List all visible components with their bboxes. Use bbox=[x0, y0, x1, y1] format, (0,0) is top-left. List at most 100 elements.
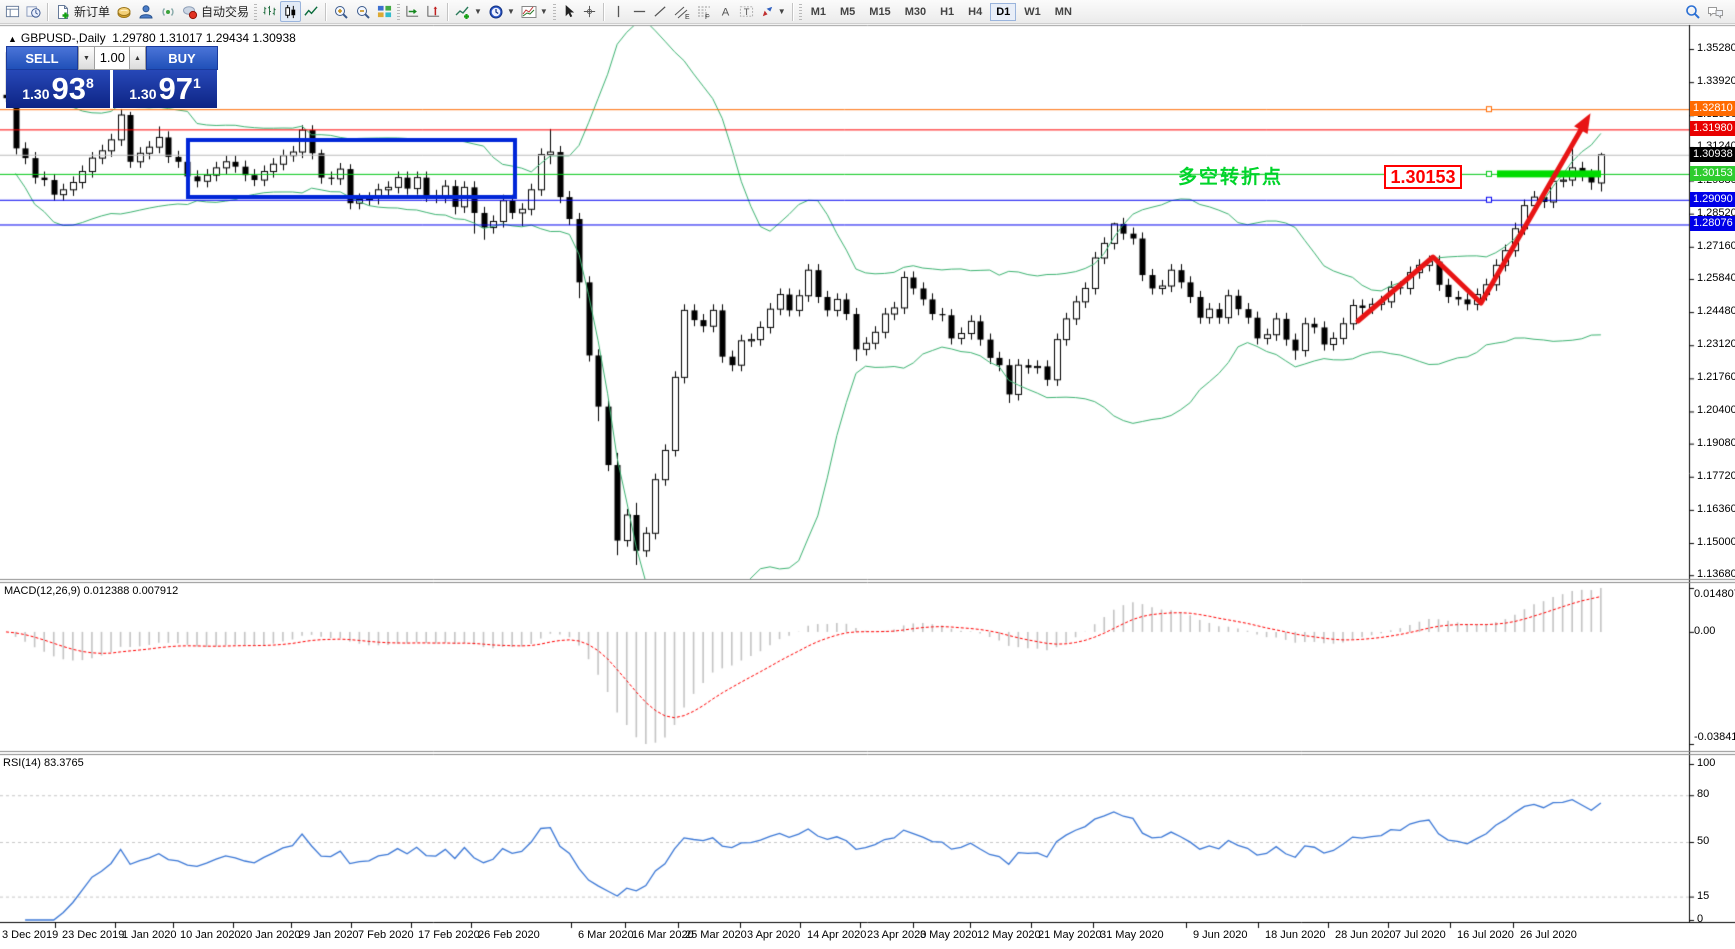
cursor-icon bbox=[561, 4, 576, 19]
toolbar-grip bbox=[799, 4, 802, 20]
timeframe-button-m1[interactable]: M1 bbox=[805, 3, 832, 21]
zoom-in-button[interactable] bbox=[330, 1, 352, 22]
price-axis-label: 1.33920 bbox=[1697, 75, 1735, 87]
price-axis-label: 1.15000 bbox=[1697, 536, 1735, 548]
chart-shift-icon bbox=[426, 4, 441, 19]
buy-price-small: 1.30 bbox=[129, 86, 156, 102]
search-button[interactable] bbox=[1682, 1, 1704, 22]
date-axis-label: 7 Feb 2020 bbox=[358, 929, 414, 941]
chart-canvas[interactable] bbox=[0, 0, 1735, 949]
tester-clock-icon bbox=[26, 4, 41, 19]
toolbar-right bbox=[1682, 1, 1727, 22]
text-label-button[interactable]: T bbox=[736, 1, 757, 22]
text-button[interactable]: A bbox=[715, 1, 736, 22]
new-chart-button[interactable] bbox=[2, 1, 23, 22]
chart-shift-button[interactable] bbox=[423, 1, 444, 22]
turning-point-text[interactable]: 多空转折点 bbox=[1178, 162, 1283, 189]
date-axis-label: 1 Jan 2020 bbox=[122, 929, 176, 941]
date-axis-label: 23 Apr 2020 bbox=[867, 929, 926, 941]
rsi-axis-label: 50 bbox=[1697, 835, 1709, 847]
timeframe-button-w1[interactable]: W1 bbox=[1018, 3, 1047, 21]
price-axis-label: 1.20400 bbox=[1697, 404, 1735, 416]
timeframe-button-h1[interactable]: H1 bbox=[934, 3, 960, 21]
buy-button[interactable]: BUY bbox=[146, 46, 218, 70]
cursor-button[interactable] bbox=[558, 1, 579, 22]
market-watch-button[interactable] bbox=[113, 1, 135, 22]
price-axis-label: 1.24480 bbox=[1697, 305, 1735, 317]
price-level-badge: 1.30938 bbox=[1690, 147, 1735, 162]
auto-scroll-button[interactable] bbox=[402, 1, 423, 22]
timeframe-button-h4[interactable]: H4 bbox=[962, 3, 988, 21]
periods-button[interactable]: ▼ bbox=[485, 1, 518, 22]
text-a-icon: A bbox=[718, 4, 733, 19]
one-click-trading-panel: SELL ▼ 1.00 ▲ BUY 1.30 93 8 1.30 97 1 bbox=[6, 46, 218, 108]
new-order-icon bbox=[55, 4, 71, 20]
trendline-icon bbox=[653, 4, 668, 19]
buy-price-display[interactable]: 1.30 97 1 bbox=[113, 70, 217, 108]
timeframe-button-m30[interactable]: M30 bbox=[899, 3, 932, 21]
templates-button[interactable]: ▼ bbox=[518, 1, 551, 22]
collapse-icon[interactable]: ▲ bbox=[8, 34, 17, 44]
horizontal-line-button[interactable] bbox=[629, 1, 650, 22]
template-icon bbox=[521, 4, 537, 20]
autotrading-button[interactable]: 自动交易 bbox=[179, 1, 252, 22]
trendline-button[interactable] bbox=[650, 1, 671, 22]
trade-panel-controls: SELL ▼ 1.00 ▲ BUY bbox=[6, 46, 218, 70]
chat-button[interactable] bbox=[1704, 1, 1727, 22]
line-chart-button[interactable] bbox=[301, 1, 322, 22]
toolbar-separator bbox=[792, 3, 794, 21]
sell-price-small: 1.30 bbox=[22, 86, 49, 102]
macd-axis-label: 0.014807 bbox=[1694, 588, 1735, 600]
chart-title: ▲GBPUSD-,Daily 1.29780 1.31017 1.29434 1… bbox=[8, 31, 296, 45]
sell-button[interactable]: SELL bbox=[6, 46, 78, 70]
caret-up-icon: ▲ bbox=[134, 55, 141, 62]
timeframe-button-d1[interactable]: D1 bbox=[990, 3, 1016, 21]
price-tag[interactable]: 1.30153 bbox=[1384, 165, 1462, 189]
channel-icon: E bbox=[674, 4, 690, 20]
volume-stepper: ▼ 1.00 ▲ bbox=[78, 46, 146, 70]
vertical-line-icon bbox=[611, 4, 626, 19]
community-button[interactable] bbox=[135, 1, 157, 22]
toolbar-grip bbox=[553, 4, 556, 20]
crosshair-icon bbox=[582, 4, 597, 19]
vertical-line-button[interactable] bbox=[608, 1, 629, 22]
tile-windows-button[interactable] bbox=[374, 1, 395, 22]
volume-decrease-button[interactable]: ▼ bbox=[78, 46, 95, 70]
channel-button[interactable]: E bbox=[671, 1, 693, 22]
fibonacci-icon: F bbox=[696, 4, 712, 20]
zoom-out-button[interactable] bbox=[352, 1, 374, 22]
timeframe-button-mn[interactable]: MN bbox=[1049, 3, 1078, 21]
arrows-icon bbox=[760, 4, 775, 19]
price-axis-label: 1.13680 bbox=[1697, 568, 1735, 580]
zoom-in-icon bbox=[333, 4, 349, 20]
date-axis-label: 26 Feb 2020 bbox=[478, 929, 540, 941]
rsi-axis-label: 80 bbox=[1697, 788, 1709, 800]
horizontal-line-icon bbox=[632, 4, 647, 19]
arrows-button[interactable]: ▼ bbox=[757, 1, 789, 22]
rsi-label: RSI(14) 83.3765 bbox=[3, 757, 84, 769]
search-icon bbox=[1685, 4, 1701, 20]
date-axis-label: 3 Dec 2019 bbox=[2, 929, 58, 941]
timeframe-button-m5[interactable]: M5 bbox=[834, 3, 861, 21]
bar-chart-button[interactable] bbox=[259, 1, 280, 22]
price-level-badge: 1.28076 bbox=[1690, 216, 1735, 231]
person-icon bbox=[138, 4, 154, 20]
new-order-button[interactable]: 新订单 bbox=[52, 1, 113, 22]
volume-increase-button[interactable]: ▲ bbox=[129, 46, 146, 70]
volume-input[interactable]: 1.00 bbox=[95, 46, 129, 70]
sell-price-display[interactable]: 1.30 93 8 bbox=[6, 70, 110, 108]
indicators-icon bbox=[455, 4, 471, 20]
date-axis-label: 7 Jul 2020 bbox=[1395, 929, 1446, 941]
date-axis-label: 17 Feb 2020 bbox=[418, 929, 480, 941]
signals-button[interactable] bbox=[157, 1, 179, 22]
strategy-tester-button[interactable] bbox=[23, 1, 44, 22]
crosshair-button[interactable] bbox=[579, 1, 600, 22]
indicators-button[interactable]: ▼ bbox=[452, 1, 485, 22]
date-axis-label: 23 Dec 2019 bbox=[62, 929, 124, 941]
timeframe-button-m15[interactable]: M15 bbox=[863, 3, 896, 21]
date-axis-label: 18 Jun 2020 bbox=[1265, 929, 1326, 941]
candlestick-chart-button[interactable] bbox=[280, 1, 301, 22]
date-axis-label: 6 Mar 2020 bbox=[578, 929, 634, 941]
svg-text:T: T bbox=[743, 7, 749, 17]
fibonacci-button[interactable]: F bbox=[693, 1, 715, 22]
